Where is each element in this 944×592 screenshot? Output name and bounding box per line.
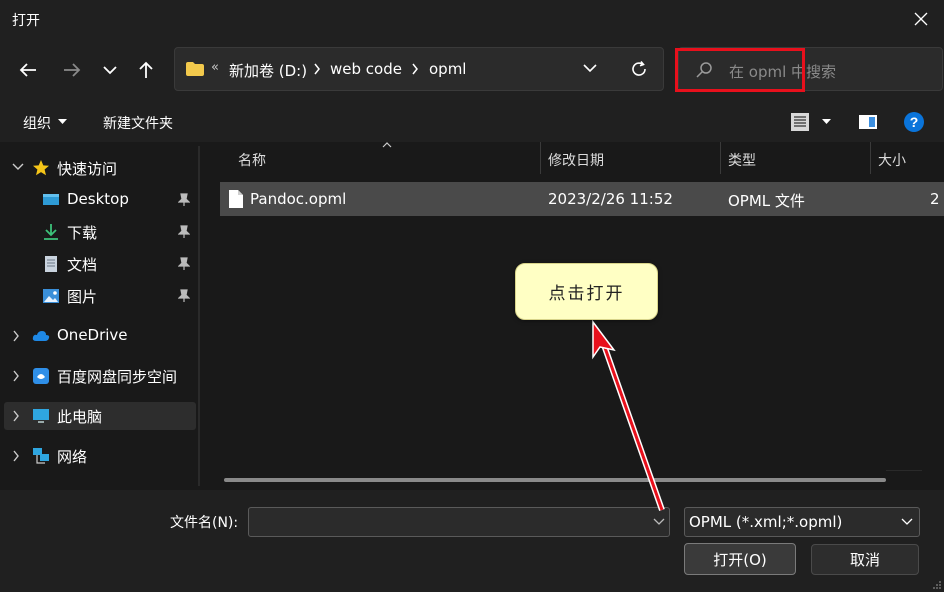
pictures-icon	[43, 289, 59, 303]
desktop-icon	[43, 194, 59, 205]
filename-input[interactable]	[248, 507, 670, 537]
sidebar-item-label: 百度网盘同步空间	[57, 368, 178, 386]
forward-button[interactable]	[54, 52, 90, 88]
sidebar-item-label: 文档	[67, 256, 98, 274]
file-icon	[229, 190, 243, 208]
sidebar-item-downloads[interactable]: 下载	[4, 218, 196, 246]
sidebar-item-desktop[interactable]: Desktop	[4, 186, 196, 214]
sidebar-item-label: 图片	[67, 288, 98, 306]
breadcrumb-item[interactable]: 新加卷 (D:)	[229, 60, 307, 81]
file-name: Pandoc.opml	[250, 190, 347, 208]
sidebar-item-baidu-netdisk[interactable]: 百度网盘同步空间	[4, 362, 196, 390]
sidebar-item-label: 此电脑	[57, 408, 103, 426]
preview-pane-icon[interactable]	[858, 114, 878, 130]
chevron-down-icon	[103, 66, 117, 75]
title-bar: 打开	[0, 0, 944, 38]
help-icon: ?	[904, 112, 924, 132]
column-header-size[interactable]: 大小	[878, 150, 906, 170]
recent-locations-button[interactable]	[92, 52, 128, 88]
pin-icon[interactable]	[178, 289, 190, 303]
arrow-up-icon	[139, 61, 153, 78]
computer-icon	[33, 409, 49, 423]
view-options-icon[interactable]	[790, 112, 810, 132]
arrow-left-icon	[19, 63, 36, 77]
chevron-right-icon[interactable]	[411, 63, 419, 75]
annotation-callout: 点击打开	[515, 263, 658, 320]
svg-text:?: ?	[910, 114, 919, 130]
navigation-pane: 快速访问 Desktop 下载 文档 图片 OneDrive 百度网盘同步空间 …	[0, 142, 202, 490]
sidebar-item-label: OneDrive	[57, 326, 128, 344]
folder-icon	[186, 62, 204, 76]
file-type-select[interactable]: OPML (*.xml;*.opml)	[684, 507, 920, 537]
sidebar-scrollbar[interactable]	[198, 146, 200, 486]
chevron-right-icon[interactable]	[12, 410, 20, 422]
open-button[interactable]: 打开(O)	[684, 543, 796, 575]
sort-ascending-icon	[382, 142, 392, 148]
sidebar-item-label: 网络	[57, 448, 88, 466]
baidu-netdisk-icon	[33, 368, 49, 384]
back-button[interactable]	[10, 52, 46, 88]
cancel-button[interactable]: 取消	[811, 544, 919, 575]
table-row[interactable]: Pandoc.opml 2023/2/26 11:52 OPML 文件 2	[220, 182, 944, 216]
help-button[interactable]: ?	[903, 111, 925, 137]
file-type-selected: OPML (*.xml;*.opml)	[689, 513, 843, 531]
file-modified: 2023/2/26 11:52	[548, 190, 673, 208]
chevron-right-icon[interactable]	[12, 330, 20, 342]
pin-icon[interactable]	[178, 257, 190, 271]
column-header-type[interactable]: 类型	[728, 150, 756, 170]
filename-label: 文件名(N):	[170, 515, 239, 531]
chevron-right-icon[interactable]	[12, 370, 20, 382]
arrow-right-icon	[64, 63, 81, 77]
file-type: OPML 文件	[728, 192, 805, 210]
column-header-name[interactable]: 名称	[238, 150, 266, 170]
sidebar-item-pictures[interactable]: 图片	[4, 282, 196, 310]
sidebar-item-network[interactable]: 网络	[4, 442, 196, 470]
chevron-down-icon[interactable]	[653, 518, 665, 526]
breadcrumb-overflow[interactable]: «	[211, 60, 219, 75]
scrollbar-track	[886, 470, 922, 471]
dialog-footer: 文件名(N): OPML (*.xml;*.opml) 打开(O) 取消	[0, 490, 944, 592]
horizontal-scrollbar[interactable]	[224, 478, 886, 482]
chevron-down-icon[interactable]	[12, 163, 24, 171]
sidebar-item-quick-access[interactable]: 快速访问	[4, 154, 196, 182]
star-icon	[33, 160, 49, 176]
close-icon	[914, 12, 928, 26]
chevron-right-icon[interactable]	[12, 450, 20, 462]
cloud-icon	[32, 331, 50, 341]
up-button[interactable]	[128, 52, 164, 88]
command-bar: 组织 新建文件夹 ?	[0, 102, 944, 142]
column-divider[interactable]	[870, 142, 871, 174]
column-header-modified[interactable]: 修改日期	[548, 150, 604, 170]
network-icon	[33, 448, 49, 464]
refresh-icon[interactable]	[630, 60, 648, 78]
sidebar-item-this-pc[interactable]: 此电脑	[4, 402, 196, 430]
sidebar-item-onedrive[interactable]: OneDrive	[4, 322, 196, 350]
breadcrumb-item[interactable]: opml	[429, 60, 466, 78]
breadcrumb-item[interactable]: web code	[330, 60, 402, 78]
close-button[interactable]	[898, 0, 944, 38]
download-icon	[44, 224, 58, 240]
pin-icon[interactable]	[178, 193, 190, 207]
column-divider[interactable]	[720, 142, 721, 174]
sidebar-item-label: 快速访问	[57, 160, 118, 178]
organize-button[interactable]: 组织	[23, 113, 51, 133]
new-folder-button[interactable]: 新建文件夹	[103, 113, 173, 133]
open-file-dialog: 打开 « 新加卷 (D:) web code opml 在 opml 中搜索 组…	[0, 0, 944, 592]
caret-down-icon[interactable]	[58, 119, 67, 125]
chevron-down-icon[interactable]	[583, 63, 597, 73]
file-size: 2	[930, 190, 940, 208]
document-icon	[45, 256, 57, 272]
chevron-down-icon	[901, 518, 913, 525]
caret-down-icon[interactable]	[822, 119, 831, 125]
column-divider[interactable]	[540, 142, 541, 174]
sidebar-item-label: 下载	[67, 224, 98, 242]
window-title: 打开	[12, 13, 40, 29]
address-bar[interactable]: « 新加卷 (D:) web code opml	[174, 47, 664, 91]
sidebar-item-label: Desktop	[67, 190, 129, 208]
pin-icon[interactable]	[178, 225, 190, 239]
chevron-right-icon[interactable]	[313, 63, 321, 75]
resize-grip-icon[interactable]	[932, 580, 942, 590]
sidebar-item-documents[interactable]: 文档	[4, 250, 196, 278]
annotation-highlight-box	[675, 48, 805, 92]
